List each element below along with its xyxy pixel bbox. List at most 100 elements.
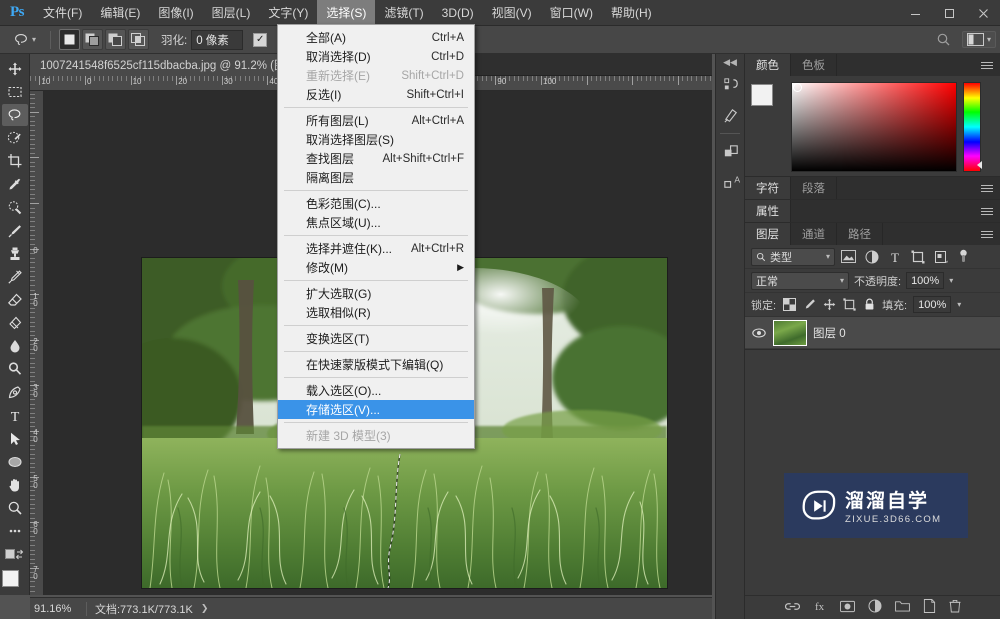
hue-slider[interactable] [963,82,982,172]
color-panel-body[interactable] [745,76,1000,176]
workspace-switcher[interactable]: ▾ [961,31,996,48]
brush-tool[interactable] [2,220,28,242]
clone-stamp-tool[interactable] [2,243,28,265]
menu-option[interactable]: 隔离图层 [278,168,474,187]
tab-属性[interactable]: 属性 [745,200,791,222]
feather-control[interactable]: 羽化: 0 像素 [161,29,244,50]
path-selection-tool[interactable] [2,428,28,450]
crop-tool[interactable] [2,150,28,172]
layer-name[interactable]: 图层 0 [813,325,846,341]
menu-option[interactable]: 色彩范围(C)... [278,194,474,213]
new-layer-icon[interactable] [923,599,936,616]
ellipse-shape-tool[interactable] [2,451,28,473]
search-icon[interactable] [932,29,956,51]
menu-option[interactable]: 载入选区(O)... [278,381,474,400]
maximize-button[interactable] [932,0,966,26]
rectangular-marquee-tool[interactable] [2,81,28,103]
lock-position-icon[interactable] [822,298,836,312]
menu-option[interactable]: 选取相似(R) [278,303,474,322]
horizontal-type-tool[interactable]: T [2,405,28,427]
blend-mode-select[interactable]: 正常 ▾ [751,271,849,290]
tab-段落[interactable]: 段落 [791,177,837,199]
menu-option[interactable]: 修改(M) ▶ [278,258,474,277]
history-panel-icon[interactable] [716,70,746,100]
panel-menu-icon[interactable] [981,227,995,241]
tab-色板[interactable]: 色板 [791,54,837,76]
layer-mask-icon[interactable] [839,600,855,616]
new-group-icon[interactable] [894,600,910,615]
layer-visibility-icon[interactable] [751,327,767,338]
history-brush-tool[interactable] [2,266,28,288]
filter-type-icon[interactable]: T [885,248,904,266]
filter-shape-icon[interactable] [908,248,927,266]
menu-option[interactable]: 全部(A) Ctrl+A [278,28,474,47]
menu-option[interactable]: 查找图层 Alt+Shift+Ctrl+F [278,149,474,168]
dodge-tool[interactable] [2,358,28,380]
panel-menu-icon[interactable] [981,58,995,72]
panel-menu-icon[interactable] [981,181,995,195]
menu-option[interactable]: 选择并遮住(K)... Alt+Ctrl+R [278,239,474,258]
foreground-color-swatch[interactable] [1,570,19,588]
tab-字符[interactable]: 字符 [745,177,791,199]
tab-通道[interactable]: 通道 [791,223,837,245]
minimize-button[interactable] [898,0,932,26]
edit-toolbar-tool[interactable] [2,520,28,542]
foreground-color-swatch[interactable] [751,84,773,106]
layer-style-icon[interactable]: fx [813,599,827,616]
lasso-tool[interactable] [1,104,28,127]
color-panel-swatches[interactable] [751,84,785,118]
antialias-checkbox[interactable]: ✓ [253,32,268,47]
layer-filter-toggle[interactable] [954,248,973,266]
quick-mask-toggle[interactable] [2,543,28,565]
filter-pixel-icon[interactable] [839,248,858,266]
document-tab[interactable]: 1007241548f6525cf115dbacba.jpg @ 91.2% (… [30,54,308,76]
zoom-tool[interactable] [2,497,28,519]
menu-option[interactable]: 存储选区(V)... [278,400,474,419]
adjustment-layer-icon[interactable] [868,599,882,616]
intersect-selection[interactable] [128,29,150,50]
menu-item-9[interactable]: 窗口(W) [541,0,602,26]
menu-item-6[interactable]: 滤镜(T) [375,0,432,26]
menu-item-0[interactable]: 文件(F) [34,0,91,26]
menu-item-8[interactable]: 视图(V) [483,0,541,26]
lock-image-pixels-icon[interactable] [802,298,816,312]
color-spectrum-field[interactable] [791,82,957,172]
filter-smart-object-icon[interactable] [931,248,950,266]
collapse-panels-button[interactable]: ◀◀ [716,54,744,70]
menu-option[interactable]: 取消选择(D) Ctrl+D [278,47,474,66]
quick-selection-tool[interactable] [2,127,28,149]
menu-option[interactable]: 焦点区域(U)... [278,213,474,232]
filter-adjustment-icon[interactable] [862,248,881,266]
add-to-selection[interactable] [82,29,104,50]
adjustments-panel-icon[interactable]: A [716,167,746,197]
link-layers-icon[interactable] [784,600,800,616]
tool-preset-picker[interactable]: ▾ [6,29,42,51]
menu-item-4[interactable]: 文字(Y) [259,0,317,26]
layer-comps-panel-icon[interactable] [716,137,746,167]
eraser-tool[interactable] [2,289,28,311]
close-button[interactable] [966,0,1000,26]
status-expand-icon[interactable]: ❯ [201,603,209,614]
delete-layer-icon[interactable] [948,599,961,616]
tab-图层[interactable]: 图层 [745,223,791,245]
menu-option[interactable]: 取消选择图层(S) [278,130,474,149]
menu-option[interactable]: 所有图层(L) Alt+Ctrl+A [278,111,474,130]
menu-item-5[interactable]: 选择(S) [317,0,376,26]
lock-transparent-pixels-icon[interactable] [782,298,796,312]
pen-tool[interactable] [2,382,28,404]
color-swatches[interactable] [1,570,28,598]
opacity-chevron-down-icon[interactable]: ▾ [949,276,953,285]
eyedropper-tool[interactable] [2,174,28,196]
layer-thumbnail[interactable] [773,319,807,346]
menu-item-1[interactable]: 编辑(E) [91,0,149,26]
blur-tool[interactable] [2,335,28,357]
zoom-level-input[interactable]: 91.16% [30,597,86,619]
menu-option[interactable]: 扩大选取(G) [278,284,474,303]
menu-item-10[interactable]: 帮助(H) [602,0,661,26]
brush-settings-panel-icon[interactable] [716,100,746,130]
menu-item-2[interactable]: 图像(I) [149,0,202,26]
panel-menu-icon[interactable] [981,204,995,218]
menu-option[interactable]: 反选(I) Shift+Ctrl+I [278,85,474,104]
gradient-tool[interactable] [2,312,28,334]
move-tool[interactable] [2,58,28,80]
